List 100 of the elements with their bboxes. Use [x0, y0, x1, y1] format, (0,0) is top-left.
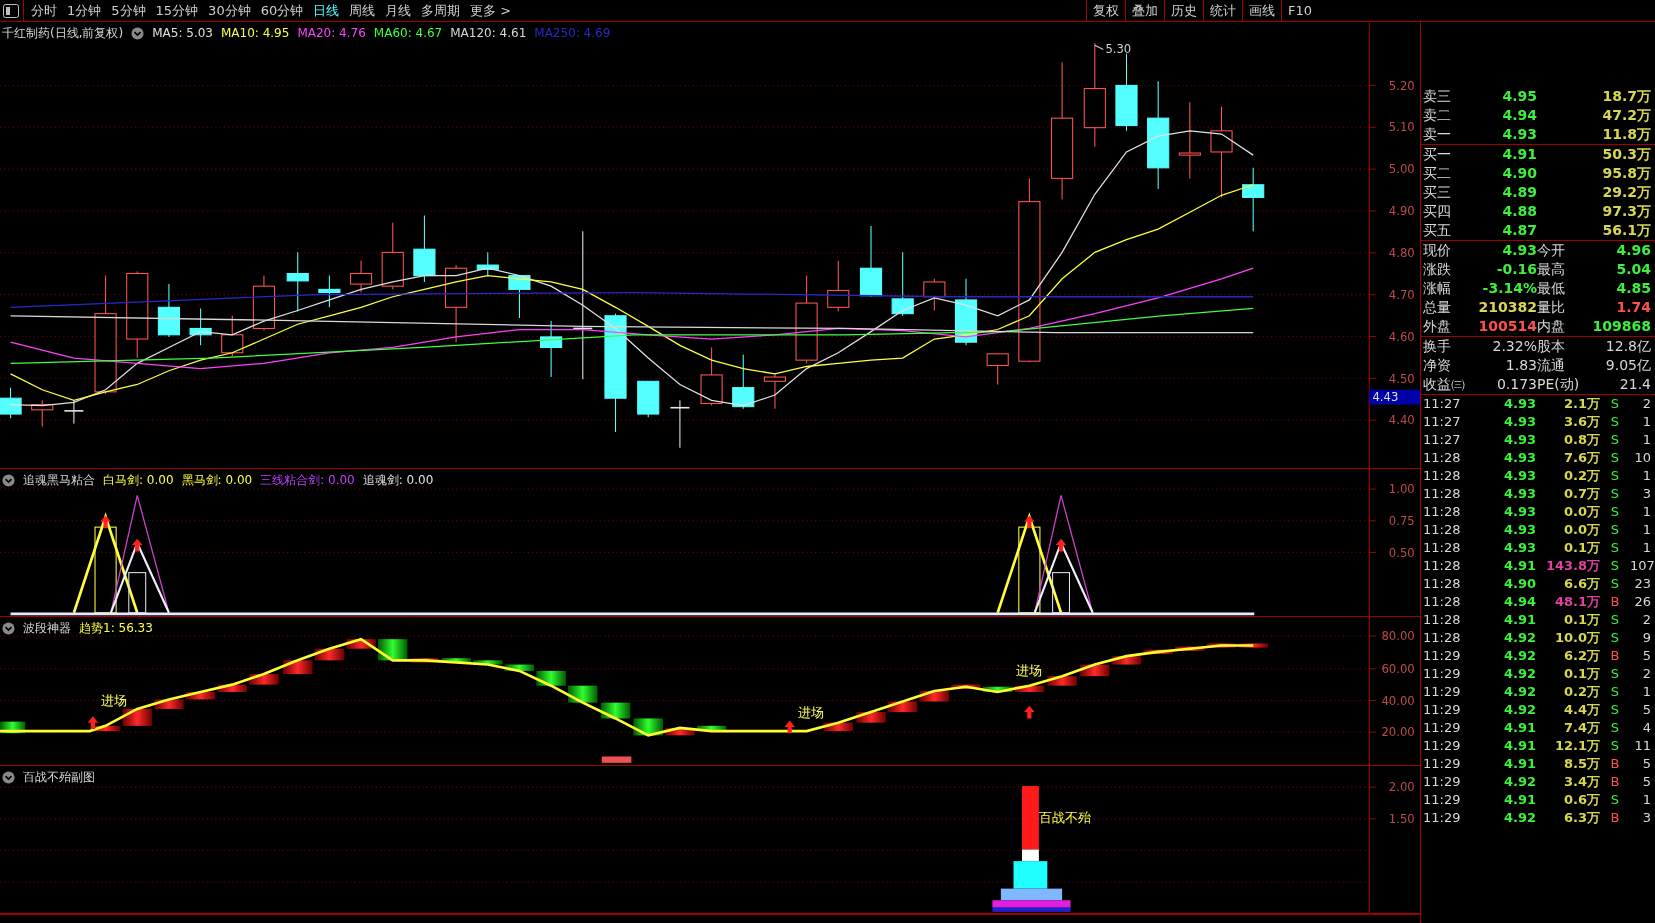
tick-time: 11:27 — [1423, 431, 1462, 449]
period-tab[interactable]: 分时 — [26, 0, 62, 21]
tick-count: 2 — [1641, 611, 1652, 629]
axis-label: 4.80 — [1388, 246, 1415, 260]
period-tab[interactable]: 1分钟 — [62, 0, 107, 21]
trend-bar — [856, 712, 886, 723]
toolbar-button[interactable]: 叠加 — [1124, 0, 1164, 21]
trend-bar — [600, 702, 631, 719]
tick-side: S — [1609, 575, 1621, 593]
stat-label: 收益㈢ — [1423, 375, 1466, 394]
stat-value: 1.83 — [1504, 356, 1537, 375]
stat-label: 量比 — [1537, 298, 1566, 317]
indicator-value: MA5: 5.03 — [152, 25, 213, 42]
period-tab[interactable]: 多周期 — [416, 0, 466, 21]
period-tab[interactable]: 日线 — [308, 0, 345, 21]
tick-count: 10 — [1633, 449, 1652, 467]
tick-volume: 0.2万 — [1562, 683, 1600, 701]
tick-side: S — [1609, 395, 1621, 413]
tick-price: 4.92 — [1502, 701, 1536, 719]
indicator-value: 三线粘合剑: 0.00 — [260, 472, 355, 489]
tick-price: 4.92 — [1502, 809, 1536, 827]
period-tab[interactable]: 30分钟 — [203, 0, 256, 21]
tick-price: 4.91 — [1502, 719, 1536, 737]
toolbar-button[interactable]: 复权 — [1085, 0, 1125, 21]
stat-label: 最高 — [1537, 260, 1566, 279]
chevron-icon — [131, 26, 145, 40]
tick-price: 4.93 — [1502, 431, 1536, 449]
tick-time: 11:27 — [1423, 413, 1462, 431]
tick-count: 3 — [1641, 485, 1652, 503]
tick-side: S — [1609, 413, 1621, 431]
signal-label: 百战不殆 — [1038, 810, 1091, 826]
quote-label: 买五 — [1423, 221, 1452, 240]
tick-count: 1 — [1641, 521, 1652, 539]
indicator-value: 趋势1: 56.33 — [79, 620, 153, 637]
axis-label: 0.50 — [1388, 545, 1415, 560]
tick-volume: 7.4万 — [1562, 719, 1600, 737]
tick-side: B — [1609, 755, 1621, 773]
period-tab[interactable]: 更多 > — [465, 0, 517, 21]
stat-label: 流通 — [1537, 356, 1566, 375]
period-tab[interactable]: 15分钟 — [150, 0, 204, 21]
indicator-value: MA60: 4.67 — [373, 25, 443, 42]
candlestick — [891, 251, 914, 317]
tick-time: 11:28 — [1423, 521, 1462, 539]
quote-price: 4.91 — [1501, 145, 1537, 164]
trend-bar — [217, 684, 248, 693]
toolbar-button[interactable]: 统计 — [1202, 0, 1242, 21]
candlestick — [476, 251, 499, 277]
axis-label: 20.00 — [1381, 725, 1415, 740]
tick-time: 11:28 — [1423, 593, 1462, 611]
quote-price: 4.88 — [1501, 202, 1537, 221]
quote-label: 买二 — [1423, 164, 1452, 183]
trend-bar — [249, 674, 279, 685]
chevron-icon — [2, 621, 15, 635]
period-tab[interactable]: 5分钟 — [106, 0, 151, 21]
tick-volume: 6.3万 — [1562, 809, 1600, 827]
quote-volume: 50.3万 — [1601, 145, 1652, 164]
quote-label: 卖一 — [1423, 125, 1452, 144]
tick-side: S — [1609, 611, 1621, 629]
tick-volume: 4.4万 — [1562, 701, 1600, 719]
candlestick — [286, 251, 309, 313]
tick-price: 4.93 — [1502, 539, 1536, 557]
stat-label: 现价 — [1423, 241, 1452, 260]
quote-label: 卖二 — [1423, 106, 1452, 125]
indicator-value: MA120: 4.61 — [450, 25, 527, 42]
tick-side: S — [1609, 665, 1621, 683]
period-tab[interactable]: 月线 — [380, 0, 417, 21]
tick-side: S — [1609, 557, 1621, 575]
tick-price: 4.91 — [1502, 611, 1536, 629]
tick-price: 4.91 — [1502, 755, 1536, 773]
tick-time: 11:29 — [1423, 755, 1462, 773]
tick-volume: 0.1万 — [1562, 539, 1600, 557]
toolbar-button[interactable]: 历史 — [1163, 0, 1203, 21]
trend-bar — [568, 685, 598, 703]
tick-side: B — [1609, 773, 1621, 791]
period-tab[interactable]: 周线 — [344, 0, 381, 21]
candlestick — [252, 275, 276, 332]
tick-side: S — [1609, 431, 1621, 449]
indicator-value: 追魂剑: 0.00 — [362, 472, 434, 489]
tick-time: 11:29 — [1423, 791, 1462, 809]
tick-price: 4.93 — [1502, 467, 1536, 485]
toolbar-button[interactable]: F10 — [1280, 0, 1318, 21]
tick-time: 11:29 — [1423, 683, 1462, 701]
axis-label: 5.00 — [1388, 162, 1415, 177]
axis-label: 0.75 — [1388, 514, 1415, 529]
candlestick — [350, 260, 373, 294]
period-tab[interactable]: 60分钟 — [255, 0, 309, 21]
tick-count: 1 — [1641, 431, 1652, 449]
stat-value: 0.173 — [1495, 375, 1537, 394]
stat-value: 4.85 — [1615, 279, 1652, 298]
high-price-label: 5.30 — [1094, 41, 1132, 56]
quote-volume: 18.7万 — [1601, 87, 1652, 106]
tick-count: 1 — [1641, 503, 1652, 521]
candlestick — [189, 307, 212, 346]
stat-value: 5.04 — [1615, 260, 1652, 279]
candlestick — [63, 399, 85, 425]
toolbar-button[interactable]: 画线 — [1241, 0, 1281, 21]
tick-time: 11:28 — [1423, 503, 1462, 521]
quote-label: 买四 — [1423, 202, 1452, 221]
stat-label: 净资 — [1423, 356, 1452, 375]
tick-time: 11:29 — [1423, 647, 1462, 665]
